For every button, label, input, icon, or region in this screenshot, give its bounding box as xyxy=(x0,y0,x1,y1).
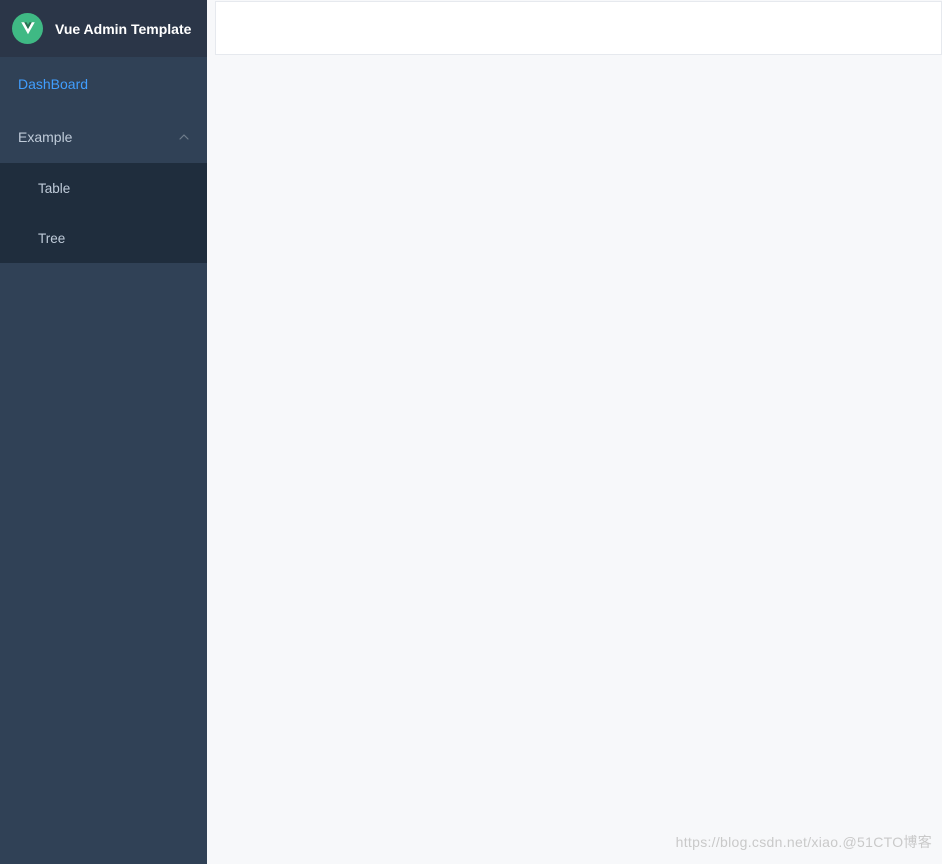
sidebar-subitem-tree[interactable]: Tree xyxy=(0,213,207,263)
top-bar xyxy=(215,1,942,55)
sidebar-item-label: Table xyxy=(38,181,70,196)
sidebar-item-example[interactable]: Example xyxy=(0,110,207,163)
sidebar-submenu-example: Table Tree xyxy=(0,163,207,263)
vue-logo-icon xyxy=(12,13,43,44)
sidebar-item-label: Tree xyxy=(38,231,65,246)
chevron-up-icon xyxy=(179,132,189,142)
sidebar-item-label: DashBoard xyxy=(18,76,88,92)
sidebar: Vue Admin Template DashBoard Example Tab… xyxy=(0,0,207,864)
sidebar-item-label: Example xyxy=(18,129,72,145)
main-content-area xyxy=(207,0,942,864)
sidebar-subitem-table[interactable]: Table xyxy=(0,163,207,213)
sidebar-item-dashboard[interactable]: DashBoard xyxy=(0,57,207,110)
sidebar-header: Vue Admin Template xyxy=(0,0,207,57)
app-title: Vue Admin Template xyxy=(55,21,191,37)
